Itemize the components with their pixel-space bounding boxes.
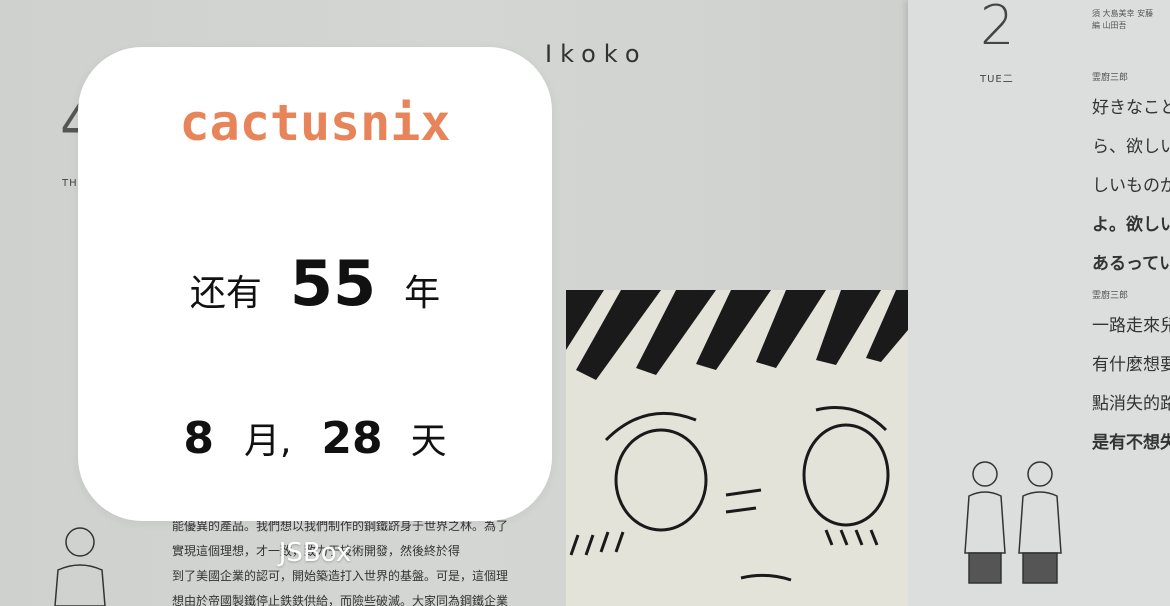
months-value: 8 <box>183 413 214 464</box>
credit-line: 編 山田吾 <box>1092 21 1127 30</box>
months-unit: 月 <box>243 421 280 462</box>
manga-illustration <box>566 290 908 606</box>
people-illustration <box>955 458 1085 606</box>
manga-face-drawing <box>566 290 908 582</box>
months-days-row: 8 月 , 28 天 <box>78 412 552 464</box>
text-line: 是有不想失 <box>1092 433 1170 453</box>
text-line: 霊廚三郎 <box>1092 73 1129 83</box>
text-line: ら、欲しい <box>1092 137 1170 157</box>
text-line: 點消失的路 <box>1092 394 1170 414</box>
years-unit: 年 <box>404 273 441 314</box>
days-unit: 天 <box>410 421 447 462</box>
left-day-label: TH <box>62 178 78 189</box>
day-label: TUE二 <box>980 74 1014 85</box>
text-line: 想由於帝國製鐵停止鉄鉄供給，而險些破滅。大家同為鋼鐵企業 <box>172 594 509 606</box>
magazine-text-column: 霊廚三郎 好きなこと ら、欲しい しいものが よ。欲しい あるってい 霊廚三郎 … <box>1092 70 1170 467</box>
years-prefix: 还有 <box>189 273 262 314</box>
separator: , <box>279 421 292 462</box>
days-value: 28 <box>321 413 383 464</box>
page-number-right: 2 <box>980 0 1015 57</box>
text-line: 一路走來兒 <box>1092 316 1170 336</box>
widget-title: cactusnix <box>179 94 451 152</box>
text-line: よ。欲しい <box>1092 215 1170 235</box>
text-line: 好きなこと <box>1092 98 1170 118</box>
magazine-header-word: Ikoko <box>545 40 648 68</box>
text-line: 有什麼想要 <box>1092 355 1170 375</box>
magazine-credits: 須 大島美幸 安藤 編 山田吾 <box>1092 8 1153 32</box>
years-value: 55 <box>289 247 377 320</box>
two-women-drawing <box>964 461 1062 584</box>
text-line: 霊廚三郎 <box>1092 291 1129 301</box>
countdown-widget[interactable]: cactusnix 还有 55 年 8 月 , 28 天 <box>78 47 552 521</box>
widget-app-label: JSBox <box>278 538 352 568</box>
text-line: あるってい <box>1092 254 1170 274</box>
years-remaining-row: 还有 55 年 <box>78 247 552 320</box>
text-line: しいものが <box>1092 176 1170 196</box>
credit-line: 須 大島美幸 安藤 <box>1092 9 1154 18</box>
